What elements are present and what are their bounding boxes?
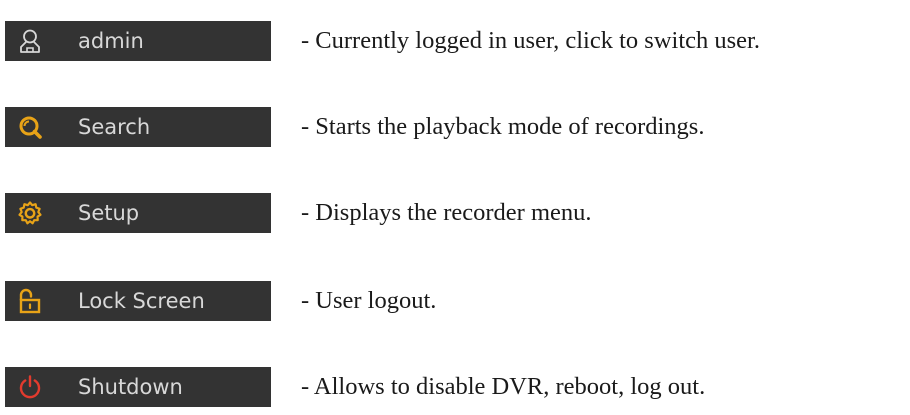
menu-item-description: - Displays the recorder menu. xyxy=(301,199,592,226)
search-button[interactable]: Search xyxy=(5,107,271,147)
setup-button[interactable]: Setup xyxy=(5,193,271,233)
menu-item-label: Lock Screen xyxy=(78,289,205,313)
menu-item-label: admin xyxy=(78,29,144,53)
menu-row-setup: Setup - Displays the recorder menu. xyxy=(5,193,910,233)
unlock-icon xyxy=(17,288,43,314)
menu-item-description: - Currently logged in user, click to swi… xyxy=(301,27,760,54)
menu-row-shutdown: Shutdown - Allows to disable DVR, reboot… xyxy=(5,367,910,407)
menu-item-description: - User logout. xyxy=(301,287,437,314)
user-switch-button[interactable]: admin xyxy=(5,21,271,61)
menu-item-label: Search xyxy=(78,115,151,139)
gear-icon xyxy=(17,200,43,226)
search-icon xyxy=(17,114,43,140)
user-icon xyxy=(17,28,43,54)
menu-row-search: Search - Starts the playback mode of rec… xyxy=(5,107,910,147)
menu-row-lock-screen: Lock Screen - User logout. xyxy=(5,281,910,321)
menu-item-label: Setup xyxy=(78,201,140,225)
menu-row-admin: admin - Currently logged in user, click … xyxy=(5,21,910,61)
shutdown-button[interactable]: Shutdown xyxy=(5,367,271,407)
lock-screen-button[interactable]: Lock Screen xyxy=(5,281,271,321)
menu-item-label: Shutdown xyxy=(78,375,183,399)
power-icon xyxy=(17,374,43,400)
menu-item-description: - Starts the playback mode of recordings… xyxy=(301,113,705,140)
menu-item-description: - Allows to disable DVR, reboot, log out… xyxy=(301,373,706,400)
